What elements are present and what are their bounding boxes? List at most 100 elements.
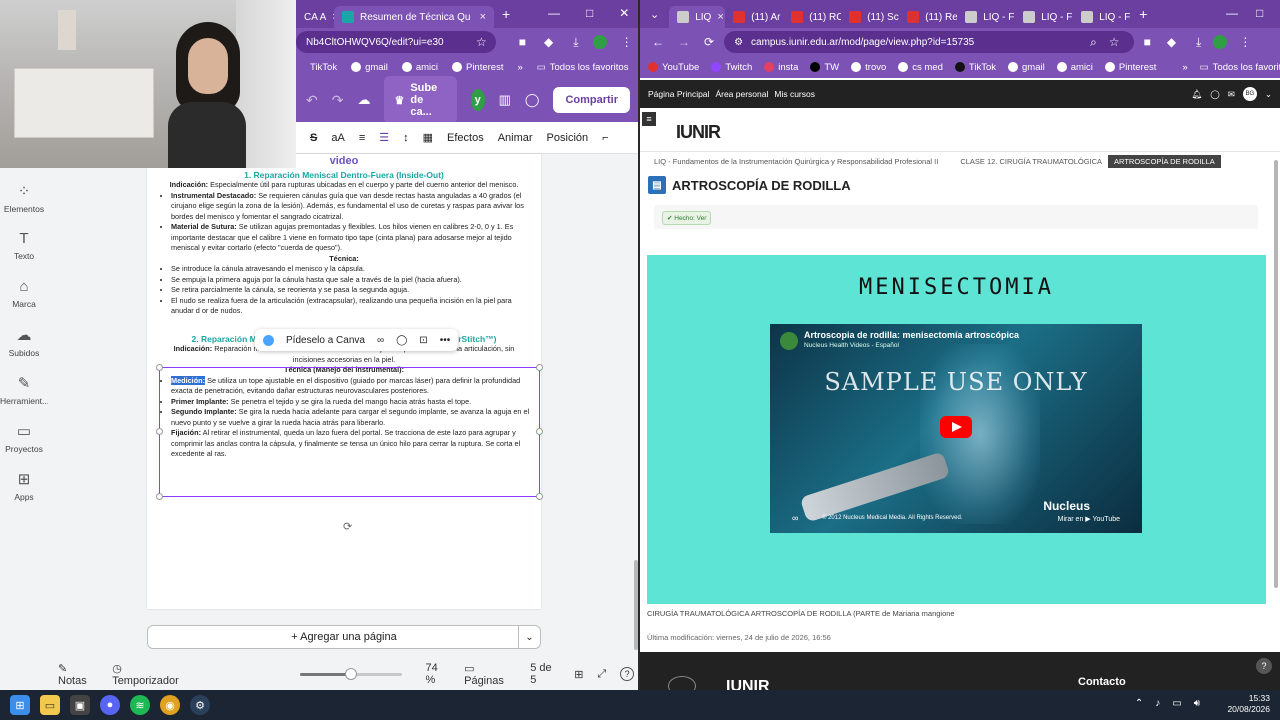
spotify-icon[interactable]: ≋ xyxy=(130,695,150,715)
bookmark-twitch[interactable]: Twitch xyxy=(711,62,752,73)
zoom-slider-knob[interactable] xyxy=(344,667,357,680)
video-channel[interactable]: Nucleus Health Videos - Español xyxy=(804,342,899,349)
browser-tab[interactable]: (11) Ar xyxy=(725,6,783,28)
forward-icon[interactable]: → xyxy=(678,35,690,49)
sidebar-item-elements[interactable]: ⁘ Elementos xyxy=(0,182,48,214)
minimize-icon[interactable]: — xyxy=(548,6,560,20)
discord-icon[interactable]: ● xyxy=(100,695,120,715)
chevron-up-icon[interactable]: ⌃ xyxy=(1135,698,1143,709)
browser-tab-active[interactable]: LIQ × xyxy=(669,6,726,28)
redo-icon[interactable]: ↷ xyxy=(332,92,344,109)
resize-handle[interactable] xyxy=(156,428,163,435)
sidebar-item-brand[interactable]: ⌂ Marca xyxy=(0,278,48,309)
nav-my-courses-link[interactable]: Mis cursos xyxy=(774,89,815,99)
user-menu[interactable]: BG xyxy=(1242,87,1257,101)
share-button[interactable]: Compartir xyxy=(553,87,630,113)
browser-tab[interactable]: (11) Sc xyxy=(841,6,899,28)
channel-logo[interactable] xyxy=(780,332,798,350)
address-bar[interactable]: Nb4CltOHWQV6Q/edit?ui=e30 xyxy=(296,31,496,53)
sidebar-item-tools[interactable]: ✎ Herramient... xyxy=(0,374,49,406)
youtube-video-embed[interactable]: Artroscopia de rodilla: menisectomía art… xyxy=(770,324,1142,533)
profile-avatar[interactable] xyxy=(1213,35,1228,49)
chevron-down-icon[interactable]: ⌄ xyxy=(518,626,540,648)
subscribe-button[interactable]: ♛ Sube de ca... xyxy=(384,76,457,124)
help-icon[interactable]: ? xyxy=(620,667,634,681)
star-icon[interactable]: ☆ xyxy=(1109,35,1120,49)
browser-tab[interactable]: LIQ - F xyxy=(957,6,1015,28)
minimize-icon[interactable]: — xyxy=(1226,6,1238,20)
bookmark-cs-med[interactable]: cs med xyxy=(898,62,943,73)
bookmark-tiktok[interactable]: TikTok xyxy=(310,62,337,73)
steam-icon[interactable]: ⚙ xyxy=(190,695,210,715)
effects-button[interactable]: Efectos xyxy=(447,132,484,144)
bookmark-all-favorites[interactable]: ▭Todos los favoritos xyxy=(1200,62,1280,73)
menu-icon[interactable]: ⋮ xyxy=(1239,35,1251,49)
link-icon[interactable]: ∞ xyxy=(377,335,384,346)
selection-box[interactable] xyxy=(156,364,543,500)
position-button[interactable]: Posición xyxy=(547,132,589,144)
bell-icon[interactable]: 🔔︎ xyxy=(1191,89,1202,100)
help-icon[interactable]: ? xyxy=(1256,658,1272,674)
nav-dashboard-link[interactable]: Área personal xyxy=(715,89,768,99)
breadcrumb-course[interactable]: LIQ - Fundamentos de la Instrumentación … xyxy=(654,157,938,166)
strikethrough-icon[interactable]: S xyxy=(310,132,317,144)
comment-icon[interactable]: ◯ xyxy=(525,92,540,108)
bookmark-tiktok[interactable]: TikTok xyxy=(954,62,996,73)
resize-handle[interactable] xyxy=(156,364,163,371)
extension-icon[interactable]: ■ xyxy=(1144,35,1151,49)
bookmark-gmail[interactable]: gmail xyxy=(351,62,388,73)
download-icon[interactable]: ⤓ xyxy=(573,35,578,50)
notes-button[interactable]: ✎ Notas xyxy=(58,662,98,687)
extension-icon[interactable]: ■ xyxy=(519,35,526,49)
back-icon[interactable]: ← xyxy=(652,35,664,49)
new-tab-icon[interactable]: + xyxy=(1139,6,1147,22)
bookmark-trovo[interactable]: trovo xyxy=(851,62,886,73)
new-tab-icon[interactable]: + xyxy=(502,6,510,22)
spacing-icon[interactable]: ↕ xyxy=(403,132,409,144)
comment-icon[interactable]: ◯ xyxy=(396,335,407,346)
pages-button[interactable]: ▭ Páginas xyxy=(464,662,516,687)
zoom-icon[interactable]: ⌕ xyxy=(1090,35,1097,50)
sidebar-item-apps[interactable]: ⊞ Apps xyxy=(0,470,48,502)
browser-tab[interactable]: (11) Re xyxy=(899,6,957,28)
grid-view-icon[interactable]: ⊞ xyxy=(574,668,583,681)
close-icon[interactable]: × xyxy=(332,11,334,23)
sidebar-toggle-icon[interactable]: ≡ xyxy=(642,112,656,126)
browser-tab[interactable]: LIQ - F xyxy=(1015,6,1073,28)
browser-tab[interactable]: CA A × xyxy=(296,6,334,28)
chat-icon[interactable]: ◯ xyxy=(1210,89,1220,100)
display-icon[interactable]: ▭ xyxy=(1172,698,1181,709)
download-icon[interactable]: ⤓ xyxy=(1196,35,1201,50)
video-title[interactable]: Artroscopia de rodilla: menisectomía art… xyxy=(804,330,1019,340)
bookmark-pinterest[interactable]: Pinterest xyxy=(451,62,503,73)
breadcrumb-section[interactable]: CLASE 12. CIRUGÍA TRAUMATOLÓGICA xyxy=(960,157,1102,166)
ask-canva-button[interactable]: Pídeselo a Canva xyxy=(286,335,365,346)
font-size-button[interactable]: aA xyxy=(331,132,344,144)
bookmark-pinterest[interactable]: Pinterest xyxy=(1104,62,1156,73)
puzzle-icon[interactable]: ◆ xyxy=(1167,35,1176,49)
microphone-icon[interactable]: ♪ xyxy=(1155,698,1160,709)
add-page-button[interactable]: + Agregar una página ⌄ xyxy=(147,625,541,649)
sidebar-item-projects[interactable]: ▭ Proyectos xyxy=(0,422,48,454)
file-explorer-icon[interactable]: ▭ xyxy=(40,695,60,715)
browser-tab-active[interactable]: Resumen de Técnica Quirúrgica × xyxy=(334,6,494,28)
iunir-logo[interactable]: IUNIR xyxy=(676,122,721,143)
sidebar-item-uploads[interactable]: ☁ Subidos xyxy=(0,326,48,358)
close-icon[interactable]: × xyxy=(480,11,486,23)
chrome-icon[interactable]: ◉ xyxy=(160,695,180,715)
undo-icon[interactable]: ↶ xyxy=(306,92,318,109)
cloud-save-icon[interactable]: ☁ xyxy=(357,92,370,108)
resize-handle[interactable] xyxy=(536,364,543,371)
design-page[interactable]: video 1. Reparación Meniscal Dentro-Fuer… xyxy=(147,154,543,609)
zoom-value[interactable]: 74 % xyxy=(426,662,451,686)
link-icon[interactable]: ∞ xyxy=(792,513,798,523)
browser-tab[interactable]: (11) RO xyxy=(783,6,841,28)
chevron-right-icon[interactable]: » xyxy=(517,62,522,73)
close-icon[interactable]: × xyxy=(717,11,723,23)
user-avatar[interactable]: y xyxy=(470,89,485,111)
resize-handle[interactable] xyxy=(156,493,163,500)
bookmark-tw[interactable]: TW xyxy=(810,62,839,73)
bookmark-youtube[interactable]: YouTube xyxy=(648,62,699,73)
scrollbar[interactable] xyxy=(1274,160,1278,588)
zoom-slider[interactable] xyxy=(299,667,402,680)
